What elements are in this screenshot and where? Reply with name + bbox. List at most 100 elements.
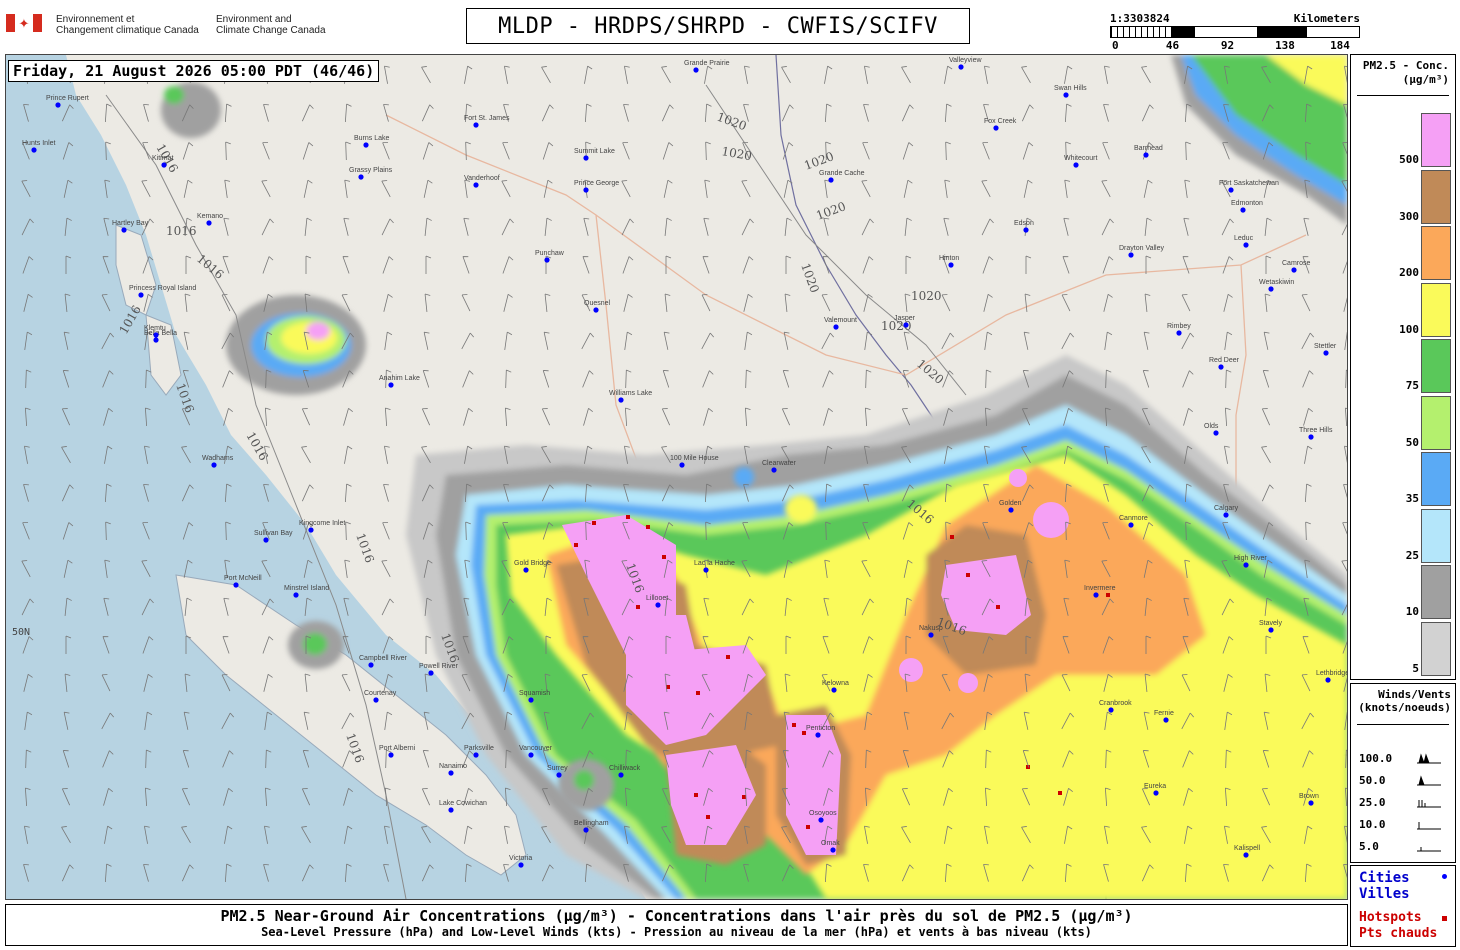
wind-barb (1144, 217, 1152, 236)
wind-barb (1265, 255, 1272, 274)
map-canvas: 1016 1016 1016 1016 1016 1016 1016 1016 … (6, 55, 1347, 899)
wind-barb (141, 180, 151, 198)
wind-barb (703, 408, 713, 426)
city-dot (528, 752, 534, 758)
half-barb-icon (1417, 847, 1441, 852)
wind-barb (463, 408, 473, 426)
wind-barb (384, 331, 393, 350)
city-dot (958, 64, 964, 70)
wind-barb (1224, 445, 1230, 464)
legend-label: 5 (1412, 661, 1419, 675)
wind-barb (464, 65, 473, 84)
wind-barb (981, 180, 991, 198)
wind-barb (1102, 142, 1110, 160)
wind-barb (864, 65, 870, 84)
barb-icon (1417, 800, 1441, 808)
city-label: Brown (1299, 793, 1319, 800)
wind-barb (344, 559, 351, 578)
city-dot (138, 292, 144, 298)
wind-barb (1224, 407, 1231, 427)
city-label: Parksville (464, 745, 494, 752)
city-label: Gold Bridge (514, 560, 551, 567)
wind-barb (504, 65, 510, 84)
wind-barb (781, 408, 791, 426)
scale-graphic (1110, 26, 1360, 38)
wind-barb (704, 103, 712, 123)
isobar-label: 1020 (715, 110, 748, 134)
hotspot-square-icon (1442, 916, 1447, 921)
legend-swatch (1421, 395, 1451, 450)
wind-legend-label: 50.0 (1359, 774, 1386, 787)
wind-barb (1303, 408, 1313, 426)
canada-flag-icon: ✦ (6, 14, 42, 32)
city-dot (1243, 562, 1249, 568)
city-dot (428, 670, 434, 676)
city-label: Swan Hills (1054, 85, 1087, 92)
wind-barb (582, 370, 594, 388)
city-dot (1023, 227, 1029, 233)
city-label: Fort St. James (464, 115, 510, 122)
wind-barb (264, 407, 271, 427)
key-hotspots-fr: Pts chauds (1359, 926, 1438, 941)
wind-barb (624, 65, 630, 84)
city-dot (618, 397, 624, 403)
wind-barb (1183, 408, 1193, 426)
wind-barb (861, 180, 871, 198)
wind-barb (541, 66, 551, 83)
wind-barb (261, 218, 274, 236)
city-dot (263, 537, 269, 543)
wind-barb (544, 217, 552, 236)
wind-barb (1184, 179, 1191, 198)
wind-barb (504, 331, 513, 350)
wind-barb (543, 331, 550, 350)
government-signature: ✦ Environnement et Changement climatique… (6, 14, 326, 36)
city-label: Vancouver (519, 745, 553, 752)
wind-barb (345, 141, 351, 161)
wind-barb (1223, 293, 1233, 312)
wind-barb (381, 180, 391, 198)
city-label: Vanderhoof (464, 175, 500, 182)
wind-barb (382, 256, 394, 274)
legend-swatch (1421, 226, 1451, 280)
wind-barb (1143, 331, 1150, 350)
city-dot (448, 770, 454, 776)
wind-barb (1225, 369, 1232, 389)
wind-barb (823, 408, 833, 426)
city-dot (593, 307, 599, 313)
wind-barb (1142, 370, 1150, 388)
city-dot (618, 772, 624, 778)
wind-barb (344, 179, 351, 198)
isobar-label: 1016 (353, 531, 377, 564)
wind-barb (1063, 217, 1070, 236)
wind-barb (621, 180, 631, 198)
wind-barb (903, 331, 910, 350)
city-label: Wetaskiwin (1259, 279, 1294, 286)
map-panel[interactable]: 1016 1016 1016 1016 1016 1016 1016 1016 … (5, 54, 1348, 900)
wind-barb (622, 256, 634, 274)
wind-barb (1141, 104, 1154, 122)
wind-barb (1021, 66, 1031, 83)
wind-barb (861, 218, 874, 236)
city-dot (388, 382, 394, 388)
city-dot (388, 752, 394, 758)
wind-barb (425, 255, 432, 274)
city-dot (1218, 364, 1224, 370)
wind-barb (743, 293, 753, 312)
wind-barb (625, 369, 632, 389)
wind-barb (583, 217, 590, 236)
wind-legend-label: 5.0 (1359, 840, 1379, 853)
wind-barb (1185, 141, 1191, 161)
city-dot (1243, 242, 1249, 248)
wind-barb (383, 103, 389, 122)
wind-barb (702, 256, 710, 274)
wind-barb (742, 256, 754, 274)
city-label: Prince Rupert (46, 95, 89, 102)
city-dot (473, 182, 479, 188)
wind-barb (423, 179, 433, 198)
city-dot (1291, 267, 1297, 273)
wind-barb (581, 332, 595, 350)
wind-barb (1305, 521, 1311, 541)
legend-unit: (μg/m³) (1402, 73, 1449, 86)
city-label: Eureka (1144, 783, 1166, 790)
legend-swatch (1421, 565, 1451, 619)
